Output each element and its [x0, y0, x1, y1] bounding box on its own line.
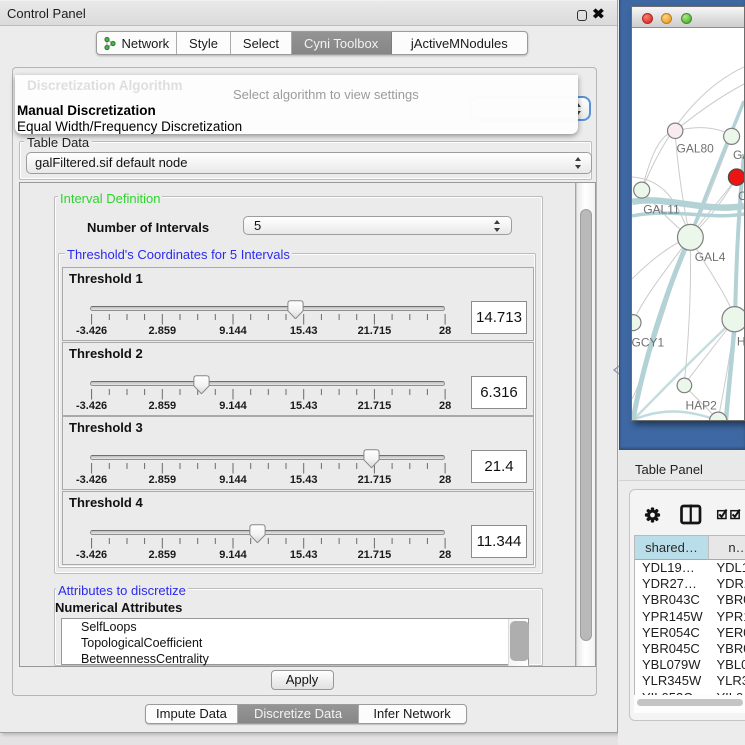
svg-text:HAP2: HAP2: [686, 398, 718, 412]
svg-text:GCY1: GCY1: [632, 336, 665, 350]
svg-text:GAL4: GAL4: [695, 250, 726, 264]
svg-text:HI: HI: [737, 335, 744, 349]
svg-text:GA: GA: [733, 148, 744, 162]
svg-text:GAL11: GAL11: [643, 203, 680, 217]
svg-text:CY: CY: [738, 189, 744, 203]
svg-text:GAL80: GAL80: [677, 142, 715, 156]
